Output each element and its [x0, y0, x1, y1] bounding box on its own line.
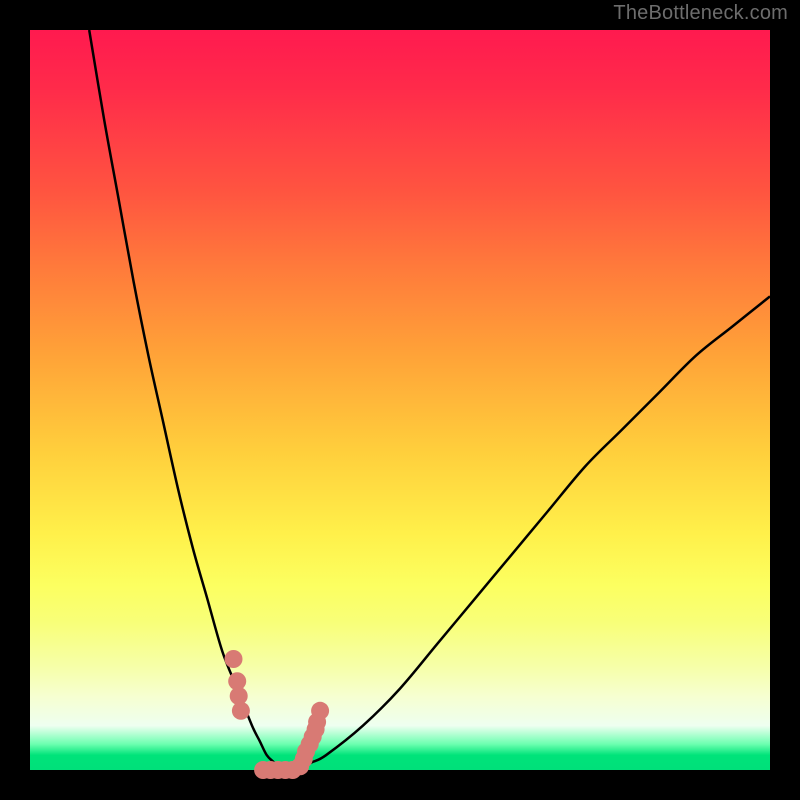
marker-dot — [232, 702, 250, 720]
marker-dots-group — [225, 650, 330, 779]
watermark-text: TheBottleneck.com — [613, 2, 788, 25]
chart-frame: TheBottleneck.com — [0, 0, 800, 800]
marker-dot — [311, 702, 329, 720]
plot-area — [30, 30, 770, 770]
bottleneck-curve-path — [89, 30, 770, 771]
curve-svg — [30, 30, 770, 770]
marker-dot — [225, 650, 243, 668]
